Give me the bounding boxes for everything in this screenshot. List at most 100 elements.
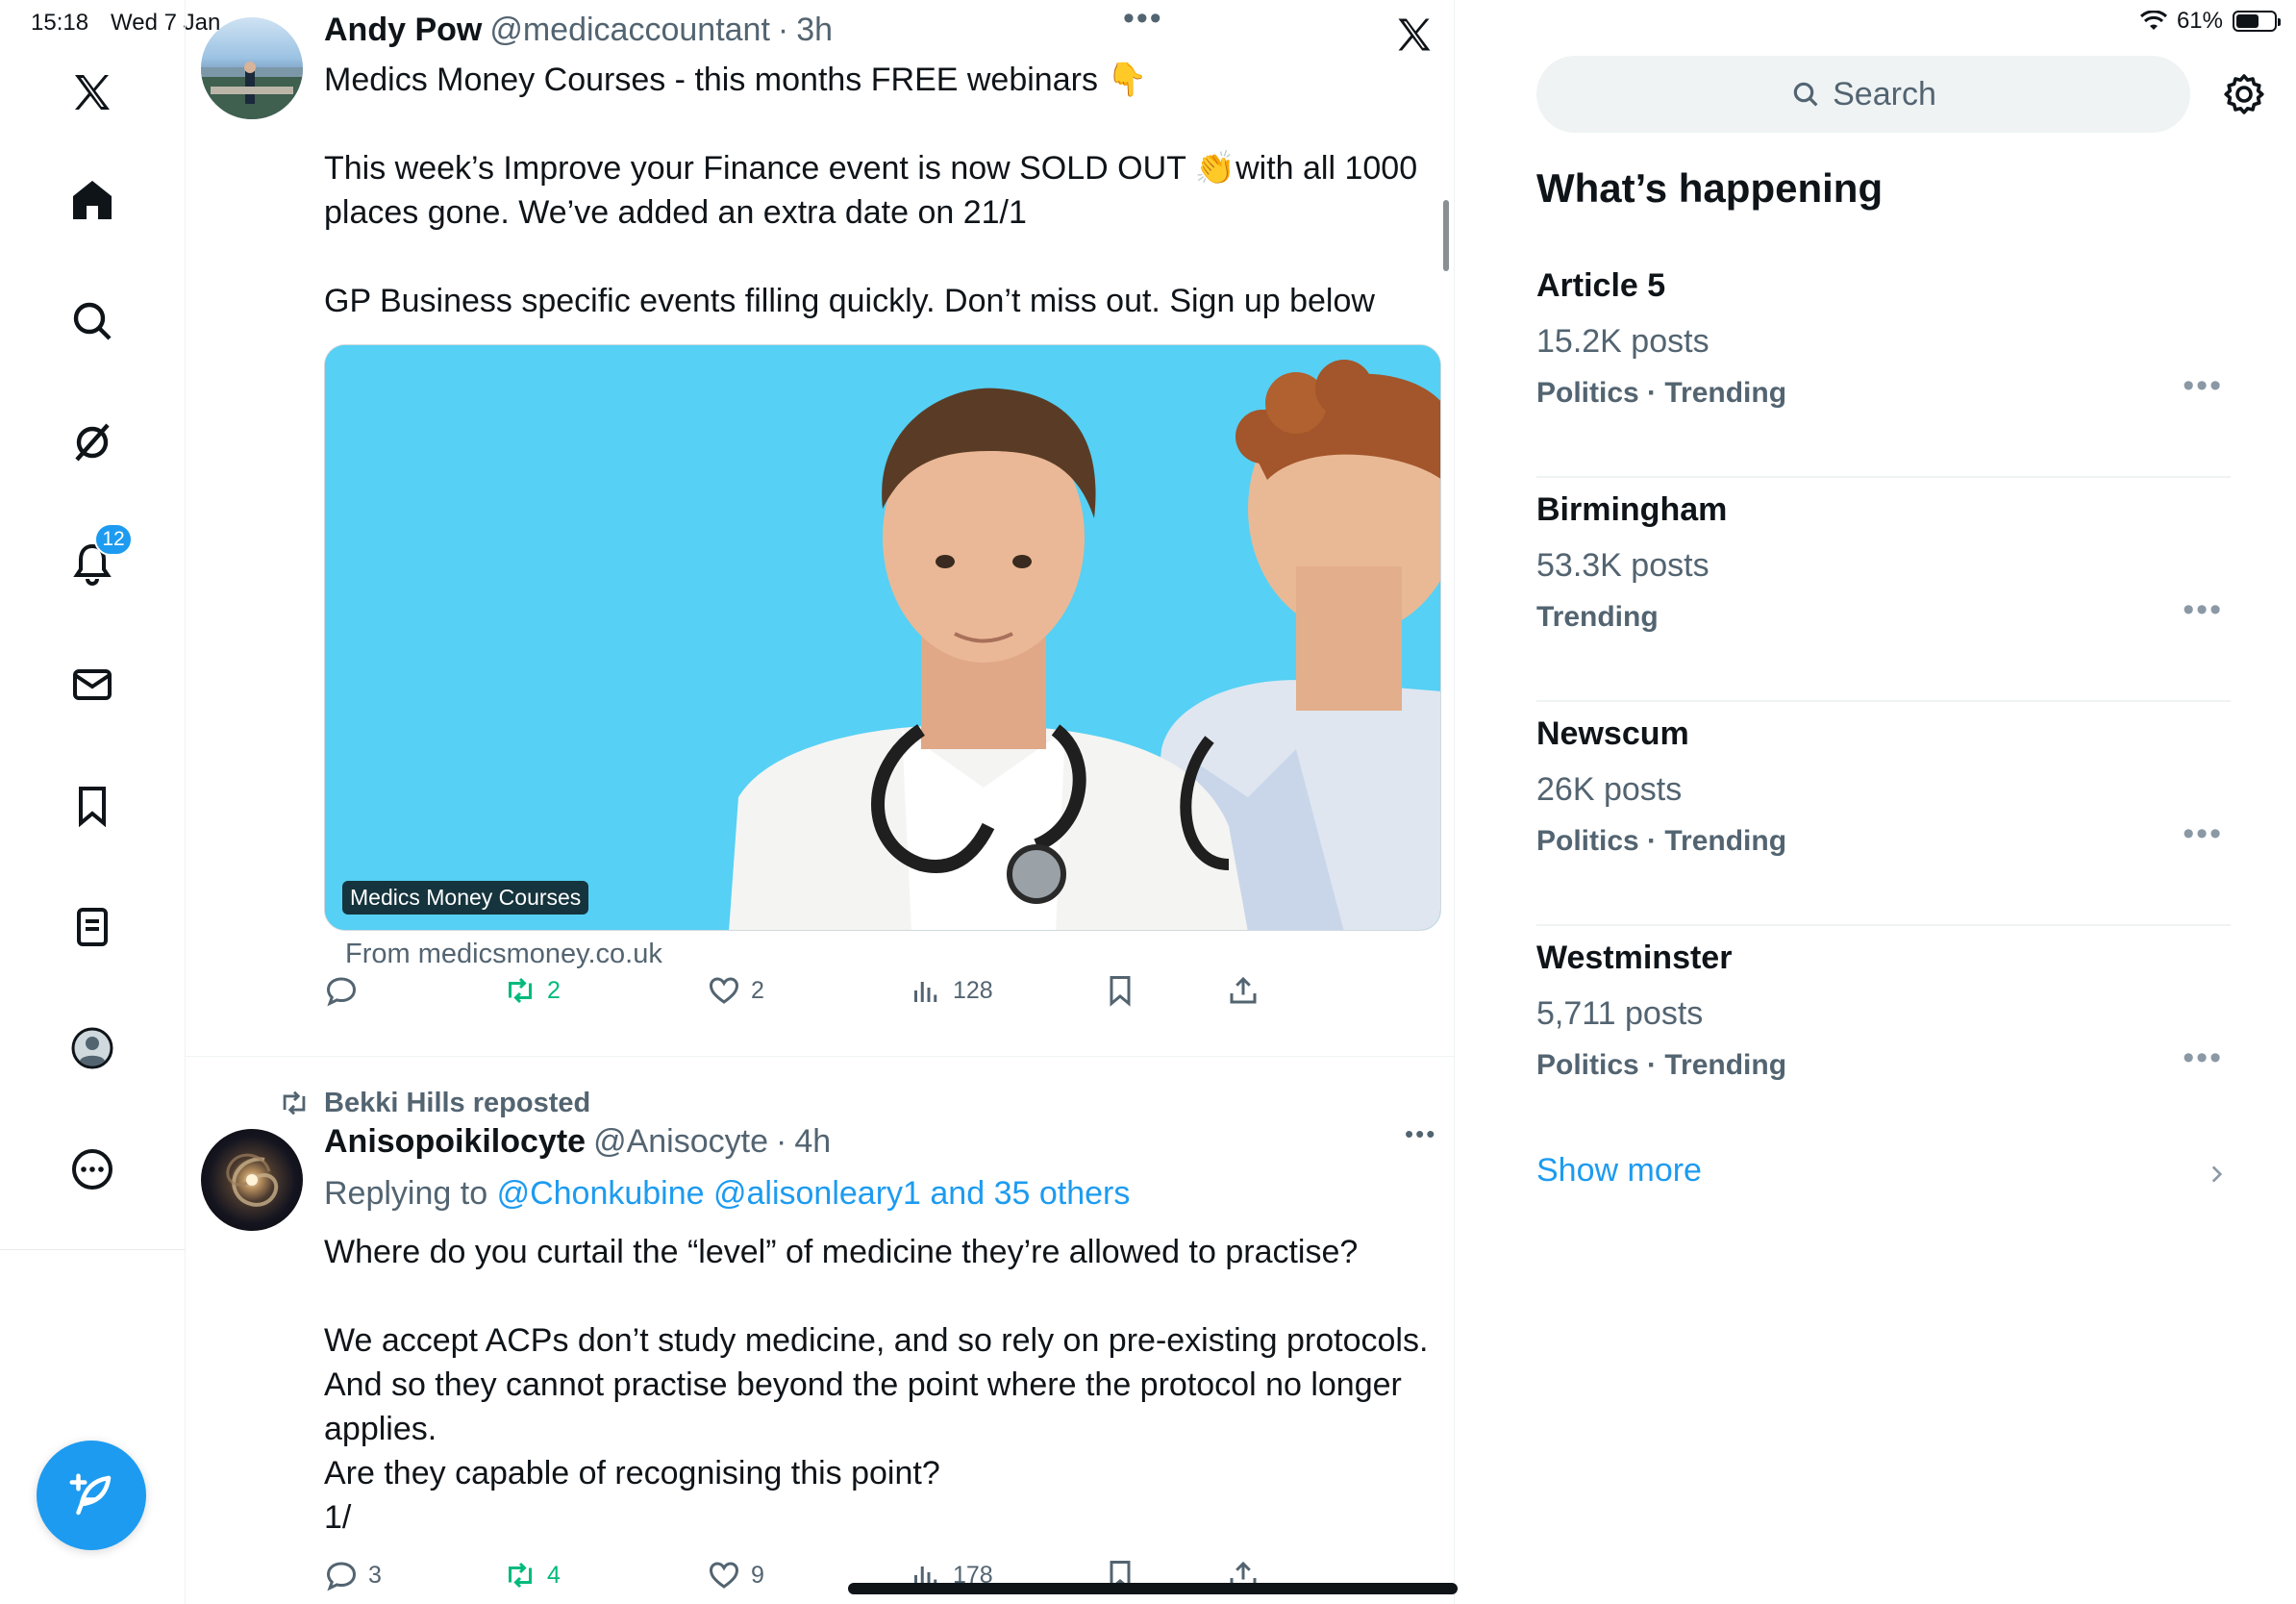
close-icon[interactable] <box>1393 13 1435 56</box>
dot-separator: · <box>775 1123 787 1160</box>
lists-icon[interactable] <box>46 881 138 973</box>
more-icon[interactable] <box>46 1123 138 1216</box>
reply-button[interactable] <box>324 973 368 1008</box>
display-name[interactable]: Anisopoikilocyte <box>324 1123 586 1161</box>
chevron-right-icon[interactable] <box>2204 1162 2229 1187</box>
media-photo <box>325 345 1440 930</box>
post-header: Andy Pow @medicaccountant · 3h <box>324 12 833 49</box>
reply-icon <box>326 977 357 1007</box>
search-input[interactable]: Search <box>1536 56 2190 133</box>
views-count: 128 <box>953 976 993 1004</box>
repost-icon <box>509 977 532 1004</box>
trend-category: Politics · Trending <box>1536 377 1787 409</box>
repost-context: Bekki Hills reposted <box>278 1087 590 1119</box>
handle[interactable]: @Anisocyte <box>593 1123 768 1161</box>
repost-icon <box>509 1562 532 1589</box>
trend-more-icon[interactable]: ••• <box>2183 367 2223 405</box>
link-card-image[interactable]: Medics Money Courses <box>324 344 1441 931</box>
battery-icon <box>2233 11 2281 32</box>
bookmark-button[interactable] <box>1103 973 1137 1008</box>
app-root: 15:18 Wed 7 Jan 61% 12 Andy Pow @medicac… <box>0 0 2296 1604</box>
compose-icon <box>69 1473 112 1516</box>
trend-posts: 15.2K posts <box>1536 323 1710 360</box>
trend-name: Westminster <box>1536 940 1733 976</box>
share-button[interactable] <box>1226 973 1260 1008</box>
like-count: 9 <box>751 1561 764 1589</box>
trend-item[interactable]: Article 5 15.2K posts Politics · Trendin… <box>1536 254 2231 478</box>
repost-button[interactable]: 2 <box>503 973 561 1008</box>
notifications-icon[interactable]: 12 <box>46 517 138 610</box>
bookmarks-icon[interactable] <box>46 760 138 852</box>
trend-name: Newscum <box>1536 715 1689 752</box>
trend-item[interactable]: Westminster 5,711 posts Politics · Trend… <box>1536 926 2231 1150</box>
reply-count: 3 <box>368 1561 382 1589</box>
trend-category: Politics · Trending <box>1536 1049 1787 1081</box>
trend-posts: 5,711 posts <box>1536 995 1704 1032</box>
heart-icon <box>709 1562 739 1589</box>
post-actions: 2 2 128 <box>324 973 1439 1021</box>
wifi-icon <box>2139 11 2167 30</box>
grok-icon[interactable] <box>46 396 138 489</box>
post-divider <box>186 1056 1454 1057</box>
home-icon[interactable] <box>46 154 138 246</box>
show-more-link[interactable]: Show more <box>1536 1152 1702 1190</box>
trend-posts: 26K posts <box>1536 771 1683 808</box>
gear-icon[interactable] <box>2221 71 2267 117</box>
battery-percent: 61% <box>2176 8 2223 34</box>
avatar[interactable] <box>201 1129 303 1231</box>
scrollbar[interactable] <box>1443 200 1449 271</box>
post-more-icon[interactable]: ••• <box>1405 1119 1436 1149</box>
repost-count: 4 <box>547 1561 561 1589</box>
trend-more-icon[interactable]: ••• <box>2183 591 2223 629</box>
post-time[interactable]: 4h <box>794 1123 831 1161</box>
trend-category: Politics · Trending <box>1536 825 1787 857</box>
post-text: Where do you curtail the “level” of medi… <box>324 1234 1429 1536</box>
replying-to-users[interactable]: @Chonkubine @alisonleary1 and 35 others <box>497 1175 1131 1212</box>
left-nav: 12 <box>0 0 186 1604</box>
timeline: Andy Pow @medicaccountant · 3h ••• Medic… <box>186 0 1455 1604</box>
trend-more-icon[interactable]: ••• <box>2183 815 2223 853</box>
trend-item[interactable]: Newscum 26K posts Politics · Trending ••… <box>1536 702 2231 926</box>
display-name[interactable]: Andy Pow <box>324 12 482 49</box>
post-time[interactable]: 3h <box>796 12 833 49</box>
search-icon[interactable] <box>46 275 138 367</box>
trend-item[interactable]: Birmingham 53.3K posts Trending ••• <box>1536 478 2231 702</box>
like-count: 2 <box>751 976 764 1004</box>
search-icon <box>1793 82 1818 107</box>
repost-icon <box>283 1090 306 1115</box>
reposted-by[interactable]: Bekki Hills reposted <box>324 1088 590 1119</box>
reply-button[interactable]: 3 <box>324 1558 382 1592</box>
like-button[interactable]: 9 <box>707 1558 764 1592</box>
avatar[interactable] <box>201 17 303 119</box>
handle[interactable]: @medicaccountant <box>489 12 770 49</box>
like-button[interactable]: 2 <box>707 973 764 1008</box>
notifications-badge: 12 <box>94 523 133 556</box>
heart-icon <box>709 977 739 1004</box>
trend-category: Trending <box>1536 601 1659 633</box>
link-source[interactable]: From medicsmoney.co.uk <box>345 939 662 970</box>
nav-divider <box>0 1249 186 1250</box>
post-header: Anisopoikilocyte @Anisocyte · 4h <box>324 1123 831 1161</box>
share-icon <box>1230 976 1257 1004</box>
views-button[interactable]: 128 <box>909 973 993 1008</box>
repost-button[interactable]: 4 <box>503 1558 561 1592</box>
profile-icon[interactable] <box>46 1002 138 1094</box>
replying-to: Replying to @Chonkubine @alisonleary1 an… <box>324 1175 1130 1213</box>
x-logo-icon[interactable] <box>46 46 138 138</box>
trend-more-icon[interactable]: ••• <box>2183 1040 2223 1077</box>
section-title: What’s happening <box>1536 165 1884 211</box>
trend-name: Article 5 <box>1536 267 1666 304</box>
reply-icon <box>326 1562 357 1591</box>
status-indicators: 61% <box>2139 8 2281 35</box>
trend-posts: 53.3K posts <box>1536 547 1710 584</box>
home-indicator[interactable] <box>848 1583 1458 1594</box>
repost-count: 2 <box>547 976 561 1004</box>
media-label: Medics Money Courses <box>342 881 589 915</box>
search-placeholder: Search <box>1833 75 1936 113</box>
messages-icon[interactable] <box>46 639 138 731</box>
compose-button[interactable] <box>37 1441 146 1550</box>
post-actions: 3 4 9 178 <box>324 1558 1439 1604</box>
post-text: Medics Money Courses - this months FREE … <box>324 62 1418 319</box>
dot-separator: · <box>777 12 789 48</box>
post-more-icon[interactable]: ••• <box>1123 0 1163 38</box>
